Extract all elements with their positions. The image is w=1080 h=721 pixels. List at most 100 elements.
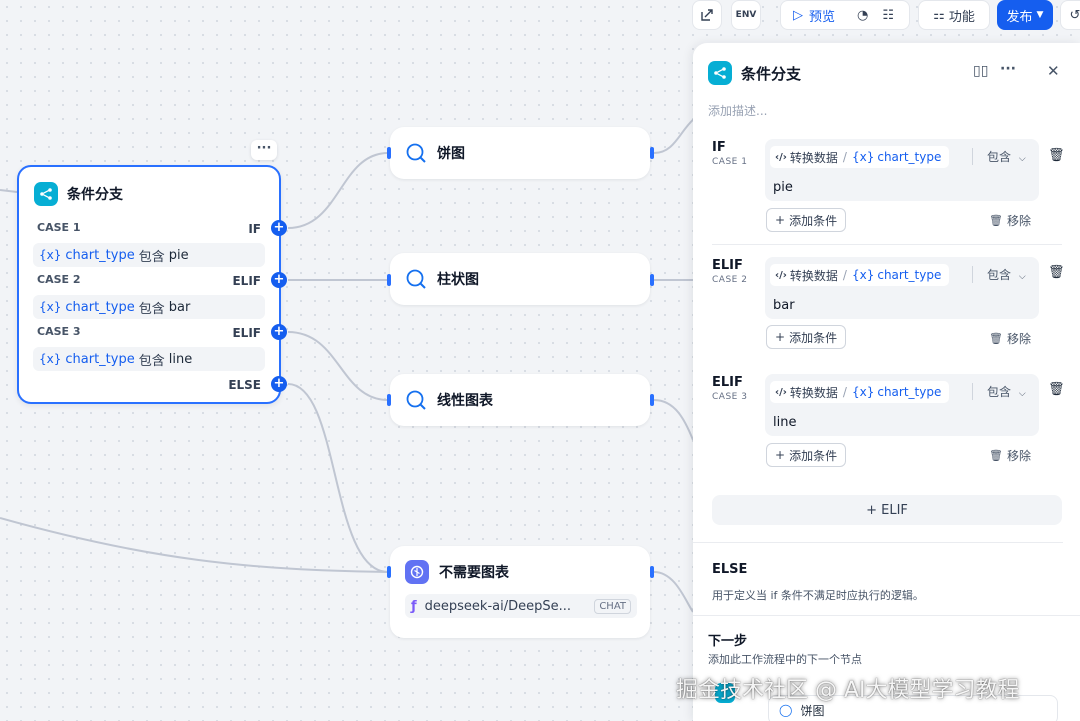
output-port[interactable] bbox=[650, 147, 654, 159]
node-line-chart[interactable]: 线性图表 bbox=[390, 374, 650, 426]
description-input[interactable]: 添加描述... bbox=[708, 102, 767, 119]
output-port[interactable] bbox=[650, 274, 654, 286]
if-else-node[interactable]: 条件分支 CASE 1 IF {x} chart_type 包含 pie CAS… bbox=[17, 165, 281, 404]
remove-label: 移除 bbox=[1006, 449, 1031, 463]
edge-pie-out bbox=[653, 117, 696, 154]
case-keyword: IF bbox=[248, 222, 261, 236]
case-sub: CASE 3 bbox=[712, 392, 748, 402]
node-title: 饼图 bbox=[437, 146, 465, 162]
variable-name: chart_type bbox=[877, 268, 942, 282]
add-next-node-elif2-handle[interactable]: + bbox=[271, 324, 287, 340]
watermark: 掘金技术社区 @ AI大模型学习教程 bbox=[676, 678, 1020, 703]
delete-condition-icon[interactable]: 🗑 bbox=[1048, 382, 1065, 397]
node-settings-panel: 条件分支 ▯▯ ··· ✕ 添加描述... IF CASE 1 ‹/› 转换数据… bbox=[693, 43, 1080, 721]
case-header: ELIF CASE 3 bbox=[712, 375, 747, 402]
case-label: CASE 2 bbox=[37, 273, 81, 286]
node-more-button[interactable]: ··· bbox=[251, 140, 277, 160]
variable-source: 转换数据 bbox=[789, 150, 838, 165]
remove-case-button[interactable]: 🗑 移除 bbox=[989, 447, 1031, 464]
output-port[interactable] bbox=[650, 566, 654, 578]
variable-name: chart_type bbox=[65, 351, 135, 367]
remove-label: 移除 bbox=[1006, 332, 1031, 346]
features-button[interactable]: ⚏ 功能 bbox=[918, 0, 990, 30]
delete-condition-icon[interactable]: 🗑 bbox=[1048, 148, 1065, 163]
case-keyword: ELIF bbox=[232, 326, 261, 340]
variable-chip[interactable]: ‹/› 转换数据 / {x} chart_type bbox=[770, 264, 950, 286]
add-elif-button[interactable]: + ELIF bbox=[712, 495, 1062, 525]
operator-select[interactable]: 包含 ⌵ bbox=[972, 148, 1026, 165]
case-label: CASE 3 bbox=[37, 325, 81, 338]
list-icon[interactable]: ☷ bbox=[882, 8, 894, 23]
condition-value: bar bbox=[168, 299, 191, 315]
screenshot-button[interactable] bbox=[692, 0, 722, 30]
add-condition-button[interactable]: + 添加条件 bbox=[766, 208, 847, 232]
variable-icon: {x} bbox=[39, 300, 62, 314]
condition-value: pie bbox=[168, 247, 189, 263]
preview-button[interactable]: 预览 bbox=[809, 6, 835, 25]
node-title: 不需要图表 bbox=[439, 565, 509, 581]
else-description: 用于定义当 if 条件不满足时应执行的逻辑。 bbox=[712, 589, 924, 602]
add-next-node-if-handle[interactable]: + bbox=[271, 220, 287, 236]
variable-name: chart_type bbox=[877, 150, 942, 164]
edge-nochart-out bbox=[653, 571, 694, 613]
input-port[interactable] bbox=[387, 566, 391, 578]
trash-icon: 🗑 bbox=[989, 214, 1003, 227]
env-button[interactable]: ENV bbox=[731, 0, 761, 30]
case-label: CASE 1 bbox=[37, 221, 81, 234]
input-port[interactable] bbox=[387, 147, 391, 159]
close-icon[interactable]: ✕ bbox=[1047, 62, 1060, 80]
edge-line-out bbox=[653, 399, 694, 441]
panel-title[interactable]: 条件分支 bbox=[741, 63, 801, 84]
condition-value-input[interactable]: bar bbox=[773, 298, 795, 313]
add-next-node-elif1-handle[interactable]: + bbox=[271, 272, 287, 288]
variable-chip[interactable]: ‹/› 转换数据 / {x} chart_type bbox=[770, 146, 950, 168]
remove-case-button[interactable]: 🗑 移除 bbox=[989, 212, 1031, 229]
case-keyword: ELIF bbox=[712, 258, 743, 273]
node-title: 条件分支 bbox=[67, 187, 123, 203]
operator-select[interactable]: 包含 ⌵ bbox=[972, 266, 1026, 283]
variable-name: chart_type bbox=[877, 385, 942, 399]
tool-icon bbox=[406, 269, 426, 289]
condition-value-input[interactable]: pie bbox=[773, 180, 793, 195]
model-selector[interactable]: ƒ deepseek-ai/DeepSe... CHAT bbox=[405, 594, 637, 618]
condition-value-input[interactable]: line bbox=[773, 415, 796, 430]
node-pie-chart[interactable]: 饼图 bbox=[390, 127, 650, 179]
trash-icon: 🗑 bbox=[989, 449, 1003, 462]
code-icon: ‹/› bbox=[775, 269, 787, 281]
input-port[interactable] bbox=[387, 274, 391, 286]
output-port[interactable] bbox=[650, 394, 654, 406]
branch-icon bbox=[34, 182, 58, 206]
variable-source: 转换数据 bbox=[789, 385, 838, 400]
history-button[interactable]: ↺ bbox=[1060, 0, 1080, 30]
condition-box: ‹/› 转换数据 / {x} chart_type 包含 ⌵ bar bbox=[765, 257, 1039, 319]
condition-row: {x} chart_type 包含 line bbox=[33, 347, 265, 371]
divider bbox=[693, 542, 1063, 543]
add-next-node-else-handle[interactable]: + bbox=[271, 376, 287, 392]
node-no-chart-llm[interactable]: 不需要图表 ƒ deepseek-ai/DeepSe... CHAT bbox=[390, 546, 650, 638]
publish-label: 发布 bbox=[1006, 9, 1033, 25]
checklist-icon[interactable]: ◔ bbox=[857, 8, 868, 23]
plus-icon: + bbox=[775, 330, 786, 344]
add-condition-button[interactable]: + 添加条件 bbox=[766, 325, 847, 349]
book-icon[interactable]: ▯▯ bbox=[973, 63, 988, 79]
play-icon: ▷ bbox=[793, 7, 803, 23]
input-port[interactable] bbox=[387, 394, 391, 406]
add-condition-button[interactable]: + 添加条件 bbox=[766, 443, 847, 467]
tool-icon bbox=[406, 143, 426, 163]
node-bar-chart[interactable]: 柱状图 bbox=[390, 253, 650, 305]
variable-icon: {x} bbox=[39, 352, 62, 366]
branch-icon bbox=[708, 61, 732, 85]
operator-select[interactable]: 包含 ⌵ bbox=[972, 383, 1026, 400]
remove-case-button[interactable]: 🗑 移除 bbox=[989, 330, 1031, 347]
edge-left-incoming bbox=[0, 517, 389, 573]
delete-condition-icon[interactable]: 🗑 bbox=[1048, 265, 1065, 280]
more-icon[interactable]: ··· bbox=[1000, 61, 1016, 77]
code-icon: ‹/› bbox=[775, 386, 787, 398]
model-mode-badge: CHAT bbox=[594, 598, 631, 614]
add-condition-label: 添加条件 bbox=[789, 448, 838, 463]
variable-chip[interactable]: ‹/› 转换数据 / {x} chart_type bbox=[770, 381, 950, 403]
case-header: IF CASE 1 bbox=[712, 140, 747, 167]
tool-icon bbox=[406, 390, 426, 410]
tool-icon: ◯ bbox=[779, 703, 793, 717]
publish-button[interactable]: 发布 ▼ bbox=[997, 0, 1053, 30]
